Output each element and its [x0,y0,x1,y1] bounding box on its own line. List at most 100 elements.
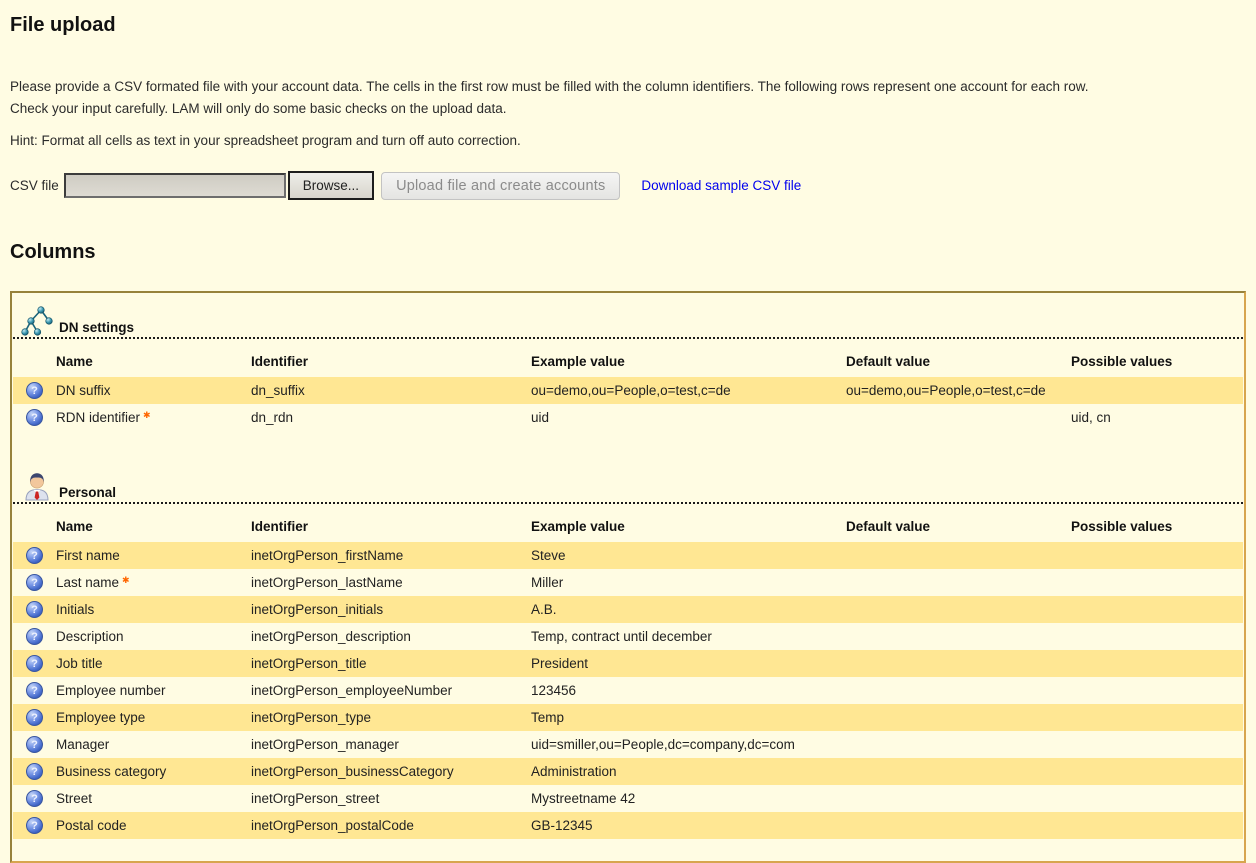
help-icon[interactable]: ? [26,655,43,672]
column-possible [1071,377,1243,404]
column-example: uid [531,404,846,431]
table-row: ? Job title inetOrgPerson_title Presiden… [13,650,1243,677]
csv-file-label: CSV file [10,178,59,193]
column-example: 123456 [531,677,846,704]
table-row: ? DN suffix dn_suffix ou=demo,ou=People,… [13,377,1243,404]
table-header-row: Name Identifier Example value Default va… [13,341,1243,377]
column-example: Miller [531,569,846,596]
tree-icon [21,304,53,336]
column-example: A.B. [531,596,846,623]
upload-button[interactable]: Upload file and create accounts [381,172,620,200]
column-header-default: Default value [846,506,1071,542]
column-default [846,677,1071,704]
column-header-possible: Possible values [1071,341,1243,377]
section-title: DN settings [59,320,134,335]
column-example: uid=smiller,ou=People,dc=company,dc=com [531,731,846,758]
column-name: Business category [56,764,166,779]
column-header-name: Name [56,341,251,377]
column-default [846,785,1071,812]
help-icon[interactable]: ? [26,409,43,426]
column-example: Steve [531,542,846,569]
column-name: Initials [56,602,94,617]
help-icon[interactable]: ? [26,763,43,780]
columns-table: Name Identifier Example value Default va… [13,506,1243,839]
column-default [846,704,1071,731]
column-example: ou=demo,ou=People,o=test,c=de [531,377,846,404]
column-header-example: Example value [531,506,846,542]
table-row: ? Manager inetOrgPerson_manager uid=smil… [13,731,1243,758]
column-identifier: inetOrgPerson_postalCode [251,812,531,839]
column-default [846,542,1071,569]
column-possible [1071,569,1243,596]
table-row: ? First name inetOrgPerson_firstName Ste… [13,542,1243,569]
table-row: ? Employee type inetOrgPerson_type Temp [13,704,1243,731]
browse-button[interactable]: Browse... [288,171,374,200]
section-header: DN settings [13,293,1243,339]
column-possible [1071,596,1243,623]
column-possible [1071,731,1243,758]
column-example: GB-12345 [531,812,846,839]
column-identifier: inetOrgPerson_initials [251,596,531,623]
intro-text: Please provide a CSV formated file with … [10,76,1246,120]
column-possible [1071,812,1243,839]
column-default [846,731,1071,758]
column-default [846,569,1071,596]
column-name: Employee number [56,683,166,698]
download-sample-link[interactable]: Download sample CSV file [641,178,801,193]
column-default [846,623,1071,650]
csv-file-input[interactable] [64,173,286,198]
help-icon[interactable]: ? [26,709,43,726]
required-icon: ✱ [122,575,130,585]
table-row: ? RDN identifier✱ dn_rdn uid uid, cn [13,404,1243,431]
intro-line-1: Please provide a CSV formated file with … [10,76,1246,98]
help-icon[interactable]: ? [26,382,43,399]
table-row: ? Postal code inetOrgPerson_postalCode G… [13,812,1243,839]
column-identifier: inetOrgPerson_businessCategory [251,758,531,785]
column-identifier: inetOrgPerson_manager [251,731,531,758]
table-row: ? Initials inetOrgPerson_initials A.B. [13,596,1243,623]
column-name: Street [56,791,92,806]
column-default [846,596,1071,623]
column-name: First name [56,548,120,563]
table-header-row: Name Identifier Example value Default va… [13,506,1243,542]
column-name: RDN identifier [56,410,140,425]
table-row: ? Employee number inetOrgPerson_employee… [13,677,1243,704]
column-identifier: inetOrgPerson_type [251,704,531,731]
column-identifier: dn_rdn [251,404,531,431]
help-icon[interactable]: ? [26,601,43,618]
column-possible: uid, cn [1071,404,1243,431]
column-example: President [531,650,846,677]
upload-column-section: DN settings Name Identifier Example valu… [13,293,1243,431]
table-row: ? Business category inetOrgPerson_busine… [13,758,1243,785]
intro-line-2: Check your input carefully. LAM will onl… [10,98,1246,120]
column-default: ou=demo,ou=People,o=test,c=de [846,377,1071,404]
column-possible [1071,758,1243,785]
section-title: Personal [59,485,116,500]
help-icon[interactable]: ? [26,628,43,645]
column-identifier: inetOrgPerson_description [251,623,531,650]
column-name: Job title [56,656,103,671]
column-name: Description [56,629,124,644]
person-icon [21,469,53,501]
table-row: ? Last name✱ inetOrgPerson_lastName Mill… [13,569,1243,596]
column-header-possible: Possible values [1071,506,1243,542]
help-icon[interactable]: ? [26,790,43,807]
column-identifier: inetOrgPerson_lastName [251,569,531,596]
column-identifier: inetOrgPerson_title [251,650,531,677]
column-example: Mystreetname 42 [531,785,846,812]
column-identifier: inetOrgPerson_firstName [251,542,531,569]
column-possible [1071,623,1243,650]
help-icon[interactable]: ? [26,574,43,591]
help-icon[interactable]: ? [26,817,43,834]
column-example: Temp, contract until december [531,623,846,650]
help-icon[interactable]: ? [26,736,43,753]
column-identifier: dn_suffix [251,377,531,404]
column-example: Temp [531,704,846,731]
column-default [846,650,1071,677]
column-header-identifier: Identifier [251,506,531,542]
csv-upload-row: CSV file Browse... Upload file and creat… [10,171,1246,200]
column-header-default: Default value [846,341,1071,377]
help-icon[interactable]: ? [26,547,43,564]
help-icon[interactable]: ? [26,682,43,699]
required-icon: ✱ [143,410,151,420]
